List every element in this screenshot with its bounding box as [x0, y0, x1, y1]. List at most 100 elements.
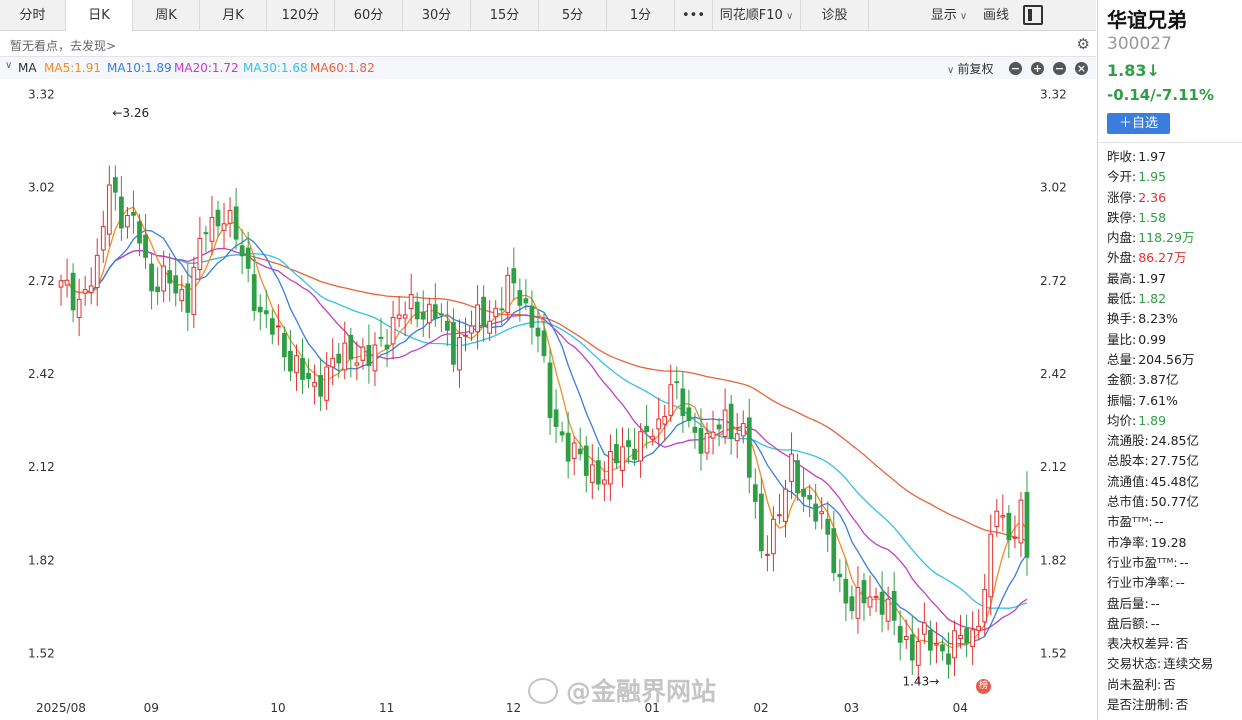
candle[interactable] — [885, 586, 891, 631]
candle[interactable] — [644, 404, 650, 449]
candle[interactable] — [82, 275, 88, 306]
candle[interactable] — [312, 364, 317, 405]
candle[interactable] — [372, 332, 378, 387]
candle[interactable] — [752, 468, 758, 519]
candle[interactable] — [728, 394, 734, 455]
candle[interactable] — [825, 501, 831, 553]
candle[interactable] — [777, 493, 782, 524]
notice-link[interactable]: 暂无看点，去发现> — [10, 37, 116, 54]
more-menu-button[interactable]: ••• — [675, 0, 713, 31]
candle[interactable] — [432, 283, 438, 327]
candle[interactable] — [106, 165, 112, 247]
candle[interactable] — [457, 319, 462, 388]
candle[interactable] — [758, 477, 764, 559]
candle[interactable] — [481, 285, 486, 343]
candle[interactable] — [76, 278, 82, 337]
candle[interactable] — [614, 428, 619, 470]
candle[interactable] — [239, 229, 245, 275]
candle[interactable] — [251, 255, 257, 321]
close-icon[interactable]: × — [1075, 62, 1088, 75]
candle[interactable] — [227, 197, 233, 238]
candle[interactable] — [734, 412, 740, 459]
candle[interactable] — [505, 267, 511, 321]
candle[interactable] — [1018, 492, 1024, 557]
tab-period[interactable]: 15分 — [471, 0, 539, 31]
collapse-caret-icon[interactable]: ∨ — [5, 60, 12, 71]
gear-icon[interactable]: ⚙ — [1077, 35, 1090, 53]
candle[interactable] — [215, 200, 221, 237]
candle[interactable] — [559, 421, 565, 442]
candle[interactable] — [318, 357, 323, 411]
minus-icon[interactable]: − — [1053, 62, 1066, 75]
candle[interactable] — [94, 238, 100, 307]
candle[interactable] — [511, 247, 517, 301]
candle[interactable] — [70, 263, 76, 323]
candle[interactable] — [499, 287, 505, 326]
candle[interactable] — [209, 195, 215, 256]
add-watchlist-button[interactable]: ＋自选 — [1107, 113, 1170, 134]
f10-menu-button[interactable]: 同花顺F10 ∨ — [713, 0, 801, 31]
candle[interactable] — [638, 423, 643, 478]
candle[interactable] — [348, 327, 354, 378]
candle[interactable] — [469, 310, 474, 342]
candle[interactable] — [112, 165, 118, 211]
candle[interactable] — [589, 444, 595, 500]
tab-period[interactable]: 分时 — [0, 0, 66, 31]
candle[interactable] — [233, 187, 239, 250]
indicator-name[interactable]: MA — [18, 61, 37, 75]
candle[interactable] — [88, 267, 94, 305]
candle[interactable] — [632, 428, 637, 466]
display-menu-button[interactable]: 显示 ∨ — [923, 0, 975, 31]
tab-period[interactable]: 30分 — [403, 0, 471, 31]
candle[interactable] — [964, 614, 969, 658]
candle[interactable] — [402, 301, 408, 337]
candle[interactable] — [173, 257, 179, 307]
candle[interactable] — [1000, 494, 1006, 532]
candle[interactable] — [722, 388, 728, 444]
candle[interactable] — [867, 575, 873, 616]
tab-period[interactable]: 周K — [133, 0, 200, 31]
candle[interactable] — [656, 397, 662, 446]
candle[interactable] — [946, 632, 951, 679]
candle[interactable] — [155, 267, 160, 305]
candle[interactable] — [384, 329, 390, 367]
candle[interactable] — [282, 326, 287, 372]
candle[interactable] — [167, 253, 173, 302]
candle[interactable] — [360, 338, 366, 370]
tab-period[interactable]: 5分 — [539, 0, 607, 31]
candle[interactable] — [789, 432, 794, 500]
adjust-mode-button[interactable]: ∨ 前复权 — [947, 60, 994, 77]
candle[interactable] — [179, 275, 185, 312]
panel-toggle-icon[interactable] — [1023, 5, 1043, 25]
candle[interactable] — [185, 263, 191, 331]
candle[interactable] — [354, 341, 360, 381]
candle[interactable] — [879, 571, 885, 633]
candle[interactable] — [686, 389, 692, 428]
candle[interactable] — [269, 309, 275, 345]
candle[interactable] — [843, 559, 849, 621]
candle[interactable] — [583, 436, 589, 493]
candle[interactable] — [1012, 515, 1018, 549]
candle[interactable] — [221, 202, 227, 249]
kline-chart[interactable]: 3.32 3.32 3.02 3.02 2.72 2.72 2.42 2.42 2.12 2.12… — [0, 79, 1096, 720]
candle[interactable] — [161, 250, 167, 303]
candle[interactable] — [746, 398, 752, 494]
tab-period[interactable]: 日K — [66, 0, 133, 31]
candle[interactable] — [765, 535, 770, 572]
candle[interactable] — [837, 559, 843, 593]
tab-period[interactable]: 60分 — [335, 0, 403, 31]
candle[interactable] — [203, 225, 209, 253]
candle[interactable] — [897, 610, 903, 661]
candle[interactable] — [487, 300, 493, 341]
candle[interactable] — [921, 602, 927, 644]
tab-period[interactable]: 120分 — [267, 0, 335, 31]
candle[interactable] — [191, 256, 197, 329]
candle[interactable] — [873, 587, 879, 613]
candle[interactable] — [855, 566, 861, 634]
candle[interactable] — [994, 499, 1000, 537]
candle[interactable] — [131, 190, 136, 234]
candle[interactable] — [306, 358, 311, 389]
candle[interactable] — [547, 348, 553, 435]
candle[interactable] — [257, 294, 263, 331]
candle[interactable] — [324, 352, 330, 410]
